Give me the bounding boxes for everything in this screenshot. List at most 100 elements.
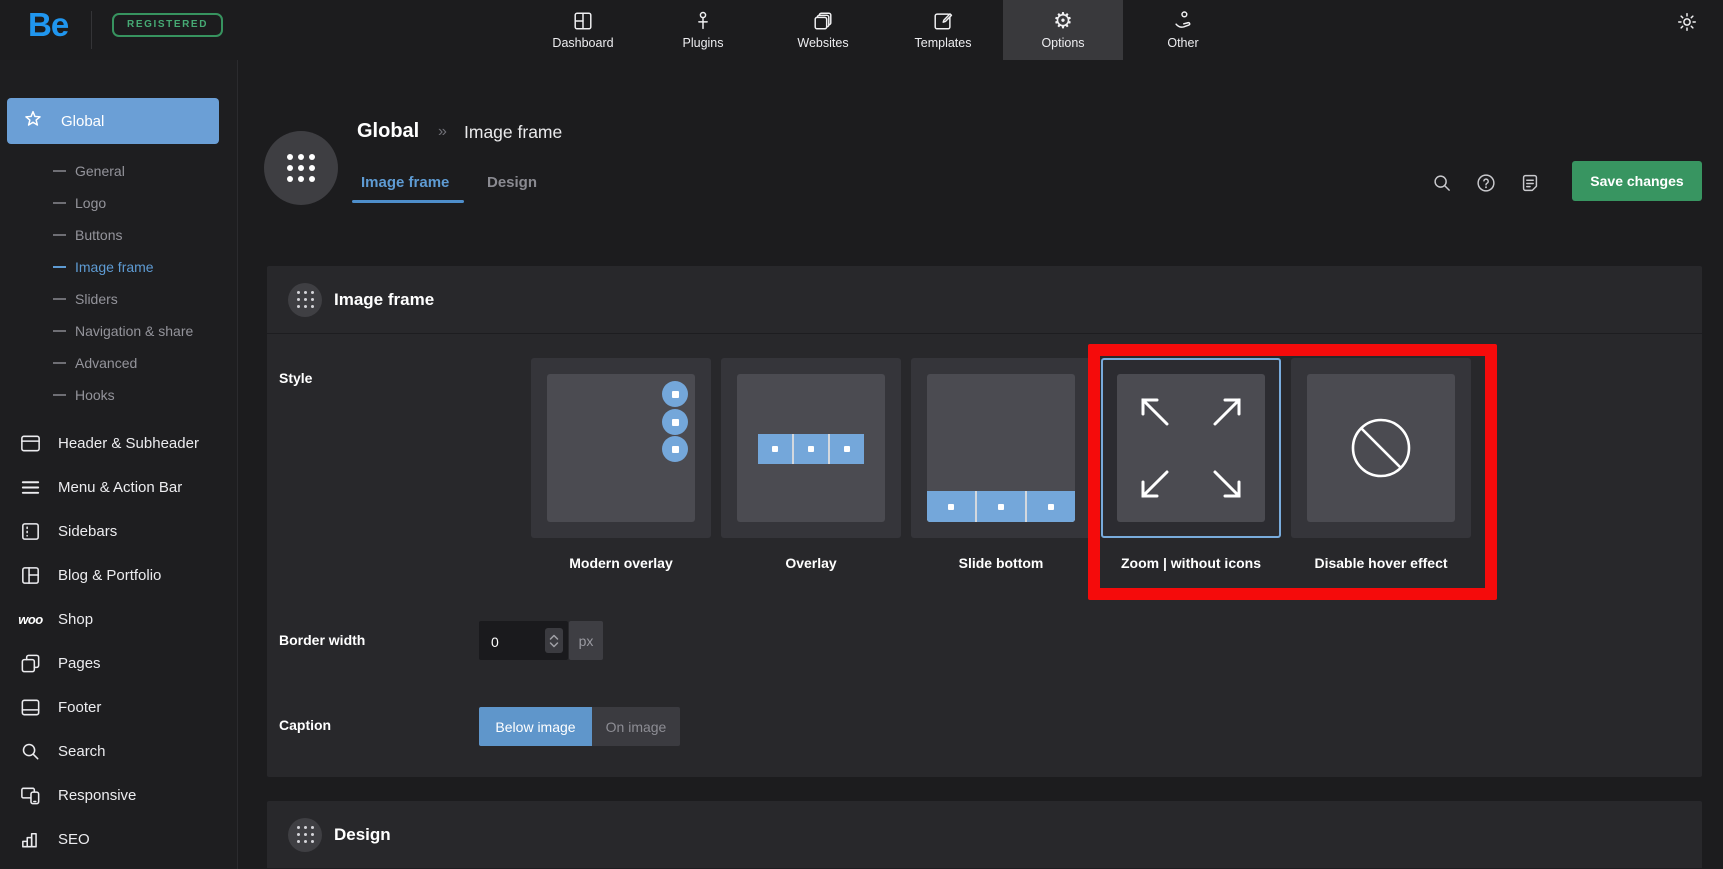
style-option-overlay[interactable]: Overlay bbox=[721, 358, 901, 571]
overlay-bar-icon bbox=[758, 434, 864, 464]
dash-icon bbox=[53, 362, 66, 364]
sub-item-label: Sliders bbox=[75, 291, 118, 307]
dash-icon bbox=[53, 330, 66, 332]
panel-header[interactable]: Image frame bbox=[267, 266, 1702, 334]
disabled-icon bbox=[1307, 374, 1455, 522]
sidebar-item-footer[interactable]: Footer bbox=[0, 685, 237, 729]
nav-item-options[interactable]: ⚙ Options bbox=[1003, 0, 1123, 60]
sidebar-item-sliders[interactable]: Sliders bbox=[0, 283, 237, 315]
thumbnail-preview bbox=[927, 374, 1075, 522]
sidebar-item-navigation-share[interactable]: Navigation & share bbox=[0, 315, 237, 347]
section-label: Header & Subheader bbox=[58, 435, 199, 452]
design-panel: Design bbox=[267, 801, 1702, 869]
caption-option-on-image[interactable]: On image bbox=[592, 707, 680, 746]
dash-icon bbox=[53, 170, 66, 172]
style-option-modern-overlay[interactable]: Modern overlay bbox=[531, 358, 711, 571]
sidebar-item-shop[interactable]: woo Shop bbox=[0, 597, 237, 641]
sidebar-item-header-subheader[interactable]: Header & Subheader bbox=[0, 421, 237, 465]
border-width-field bbox=[479, 621, 568, 660]
nav-label: Dashboard bbox=[552, 36, 613, 50]
breadcrumb-parent[interactable]: Global bbox=[357, 120, 419, 143]
sub-item-label: Navigation & share bbox=[75, 323, 193, 339]
seo-icon bbox=[19, 828, 42, 851]
section-label: Footer bbox=[58, 699, 101, 716]
thumbnail-preview bbox=[737, 374, 885, 522]
caption-option-below-image[interactable]: Below image bbox=[479, 707, 592, 746]
sidebar-item-responsive[interactable]: Responsive bbox=[0, 773, 237, 817]
menu-icon bbox=[19, 476, 42, 499]
nav-item-other[interactable]: Other bbox=[1123, 0, 1243, 60]
caption-label: Caption bbox=[279, 717, 331, 733]
dash-icon bbox=[53, 266, 66, 268]
dash-icon bbox=[53, 298, 66, 300]
sidebar-item-image-frame[interactable]: Image frame bbox=[0, 251, 237, 283]
sidebar-item-sidebars[interactable]: Sidebars bbox=[0, 509, 237, 553]
sidebar-subnav: General Logo Buttons Image frame Sliders… bbox=[0, 155, 237, 411]
border-width-control: px bbox=[479, 621, 603, 660]
nav-item-websites[interactable]: Websites bbox=[763, 0, 883, 60]
sidebar-item-global[interactable]: Global bbox=[7, 98, 219, 144]
border-width-input[interactable] bbox=[479, 621, 553, 662]
panel-title: Design bbox=[334, 825, 391, 845]
overlay-dot-icon bbox=[662, 409, 688, 435]
sidebar-item-pages[interactable]: Pages bbox=[0, 641, 237, 685]
sidebar-sections: Header & Subheader Menu & Action Bar Sid… bbox=[0, 421, 237, 861]
betheme-logo[interactable]: Be bbox=[28, 6, 68, 44]
sun-icon[interactable] bbox=[1676, 11, 1698, 38]
border-width-unit: px bbox=[569, 621, 603, 660]
nav-label: Templates bbox=[915, 36, 972, 50]
style-thumbnail bbox=[721, 358, 901, 538]
active-tab-underline bbox=[352, 200, 464, 203]
style-option-disable-hover[interactable]: Disable hover effect bbox=[1291, 358, 1471, 571]
sidebar-item-search[interactable]: Search bbox=[0, 729, 237, 773]
plugins-icon bbox=[692, 10, 714, 32]
sidebar-item-advanced[interactable]: Advanced bbox=[0, 347, 237, 379]
nav-label: Plugins bbox=[683, 36, 724, 50]
dash-icon bbox=[53, 394, 66, 396]
tab-design[interactable]: Design bbox=[487, 174, 537, 191]
sub-item-label: Advanced bbox=[75, 355, 137, 371]
section-label: SEO bbox=[58, 831, 90, 848]
section-label: Responsive bbox=[58, 787, 136, 804]
style-thumbnail-selected bbox=[1101, 358, 1281, 538]
search-icon[interactable] bbox=[1431, 172, 1453, 199]
tab-image-frame[interactable]: Image frame bbox=[361, 174, 449, 191]
breadcrumb-separator: » bbox=[438, 123, 447, 141]
sub-item-label: Image frame bbox=[75, 259, 154, 275]
help-icon[interactable] bbox=[1475, 172, 1497, 199]
sidebar-group-label: Global bbox=[61, 113, 104, 130]
sidebar-item-buttons[interactable]: Buttons bbox=[0, 219, 237, 251]
style-row-label: Style bbox=[279, 370, 312, 386]
section-avatar bbox=[264, 131, 338, 205]
style-option-zoom-without-icons[interactable]: Zoom | without icons bbox=[1101, 358, 1281, 571]
save-changes-button[interactable]: Save changes bbox=[1572, 161, 1702, 201]
logo-divider bbox=[91, 11, 92, 49]
footer-icon bbox=[19, 696, 42, 719]
dashboard-icon bbox=[572, 10, 594, 32]
section-label: Sidebars bbox=[58, 523, 117, 540]
panel-grid-icon bbox=[288, 818, 322, 852]
section-label: Shop bbox=[58, 611, 93, 628]
section-label: Search bbox=[58, 743, 106, 760]
sidebars-icon bbox=[19, 520, 42, 543]
stepper-icon[interactable] bbox=[545, 628, 563, 653]
image-frame-panel: Image frame Style Modern overlay bbox=[267, 266, 1702, 777]
zoom-arrows-icon bbox=[1117, 374, 1265, 522]
sidebar-item-menu-action-bar[interactable]: Menu & Action Bar bbox=[0, 465, 237, 509]
notes-icon[interactable] bbox=[1519, 172, 1541, 199]
thumbnail-preview bbox=[1117, 374, 1265, 522]
sidebar-item-blog-portfolio[interactable]: Blog & Portfolio bbox=[0, 553, 237, 597]
sidebar-item-logo[interactable]: Logo bbox=[0, 187, 237, 219]
other-hand-icon bbox=[1172, 10, 1194, 32]
panel-header[interactable]: Design bbox=[267, 801, 1702, 869]
style-options: Modern overlay Overlay bbox=[531, 358, 1471, 571]
nav-item-templates[interactable]: Templates bbox=[883, 0, 1003, 60]
style-option-slide-bottom[interactable]: Slide bottom bbox=[911, 358, 1091, 571]
templates-icon bbox=[932, 10, 954, 32]
sidebar-item-seo[interactable]: SEO bbox=[0, 817, 237, 861]
sidebar-item-general[interactable]: General bbox=[0, 155, 237, 187]
nav-item-dashboard[interactable]: Dashboard bbox=[523, 0, 643, 60]
nav-item-plugins[interactable]: Plugins bbox=[643, 0, 763, 60]
sidebar-item-hooks[interactable]: Hooks bbox=[0, 379, 237, 411]
style-option-label: Overlay bbox=[721, 555, 901, 571]
